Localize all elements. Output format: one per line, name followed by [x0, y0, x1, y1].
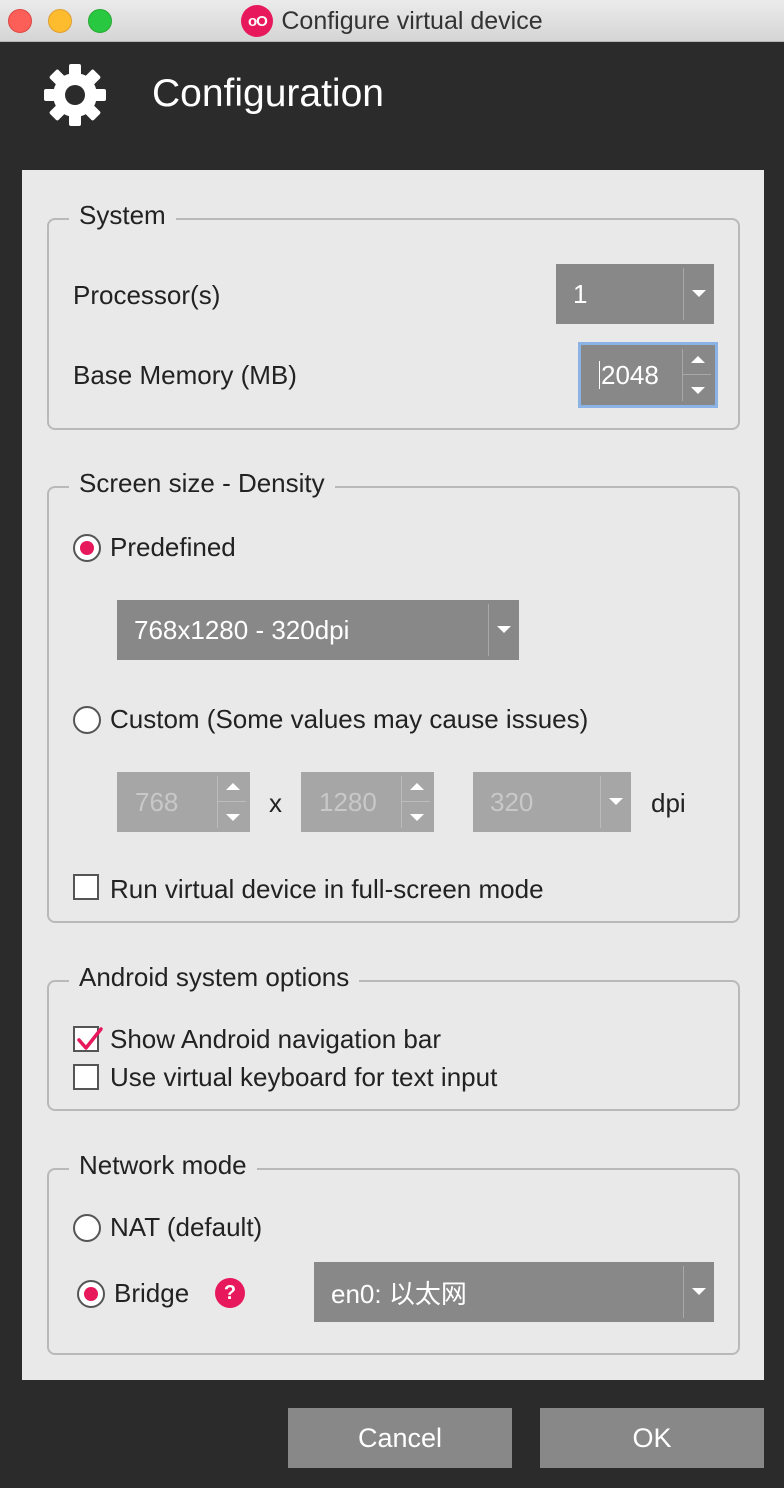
memory-label: Base Memory (MB) — [73, 360, 297, 390]
dialog-header: Configuration — [0, 42, 784, 170]
network-interface-value: en0: 以太网 — [331, 1278, 467, 1309]
bridge-label[interactable]: Bridge — [114, 1278, 189, 1309]
increment-icon[interactable] — [410, 783, 424, 790]
navbar-label[interactable]: Show Android navigation bar — [110, 1024, 441, 1055]
keyboard-checkbox[interactable] — [73, 1064, 99, 1090]
memory-value: 2048 — [601, 359, 659, 390]
window-title: Configure virtual device — [281, 6, 543, 35]
app-logo-icon: oO — [241, 5, 274, 37]
dpi-label: dpi — [651, 788, 686, 818]
cancel-button[interactable]: Cancel — [288, 1408, 512, 1468]
network-interface-select[interactable]: en0: 以太网 — [314, 1262, 714, 1322]
bridge-radio[interactable] — [77, 1280, 105, 1308]
width-stepper[interactable]: 768 — [117, 772, 250, 832]
android-legend: Android system options — [69, 962, 360, 993]
chevron-down-icon — [692, 1288, 706, 1295]
nat-radio[interactable] — [73, 1214, 101, 1242]
window-title-area: oO Configure virtual device — [0, 0, 784, 42]
decrement-icon[interactable] — [226, 814, 240, 821]
decrement-icon[interactable] — [691, 387, 705, 394]
page-title: Configuration — [152, 72, 384, 115]
dpi-value: 320 — [490, 786, 534, 817]
keyboard-label[interactable]: Use virtual keyboard for text input — [110, 1062, 497, 1093]
fullscreen-label[interactable]: Run virtual device in full-screen mode — [110, 874, 544, 905]
help-icon[interactable]: ? — [215, 1278, 245, 1308]
increment-icon[interactable] — [691, 356, 705, 363]
custom-radio[interactable] — [73, 706, 101, 734]
ok-button[interactable]: OK — [540, 1408, 764, 1468]
width-value: 768 — [135, 786, 179, 817]
chevron-down-icon — [609, 798, 623, 805]
predefined-label[interactable]: Predefined — [110, 532, 236, 563]
processors-label: Processor(s) — [73, 280, 221, 310]
predefined-radio[interactable] — [73, 534, 101, 562]
predefined-size-select[interactable]: 768x1280 - 320dpi — [117, 600, 519, 660]
network-mode-group: Network mode NAT (default) Bridge ? en0:… — [47, 1150, 740, 1355]
times-label: x — [269, 788, 282, 818]
system-legend: System — [69, 200, 176, 231]
height-value: 1280 — [319, 786, 377, 817]
processors-value: 1 — [573, 278, 588, 309]
android-options-group: Android system options Show Android navi… — [47, 962, 740, 1111]
screen-legend: Screen size - Density — [69, 468, 335, 499]
configuration-panel: System Processor(s) 1 Base Memory (MB) 2… — [22, 170, 764, 1380]
memory-stepper[interactable]: 2048 — [578, 342, 718, 408]
checkmark-icon — [77, 1027, 103, 1050]
dpi-select[interactable]: 320 — [473, 772, 631, 832]
system-group: System Processor(s) 1 Base Memory (MB) 2… — [47, 200, 740, 430]
gear-icon — [44, 64, 106, 126]
nat-label[interactable]: NAT (default) — [110, 1212, 262, 1243]
screen-size-group: Screen size - Density Predefined 768x128… — [47, 468, 740, 923]
processors-select[interactable]: 1 — [556, 264, 714, 324]
chevron-down-icon — [692, 290, 706, 297]
chevron-down-icon — [497, 626, 511, 633]
height-stepper[interactable]: 1280 — [301, 772, 434, 832]
fullscreen-checkbox[interactable] — [73, 874, 99, 900]
custom-label[interactable]: Custom (Some values may cause issues) — [110, 704, 588, 735]
decrement-icon[interactable] — [410, 814, 424, 821]
predefined-size-value: 768x1280 - 320dpi — [134, 614, 350, 645]
increment-icon[interactable] — [226, 783, 240, 790]
navbar-checkbox[interactable] — [73, 1026, 103, 1052]
network-legend: Network mode — [69, 1150, 257, 1181]
text-caret — [599, 361, 600, 389]
title-bar: oO Configure virtual device — [0, 0, 784, 42]
